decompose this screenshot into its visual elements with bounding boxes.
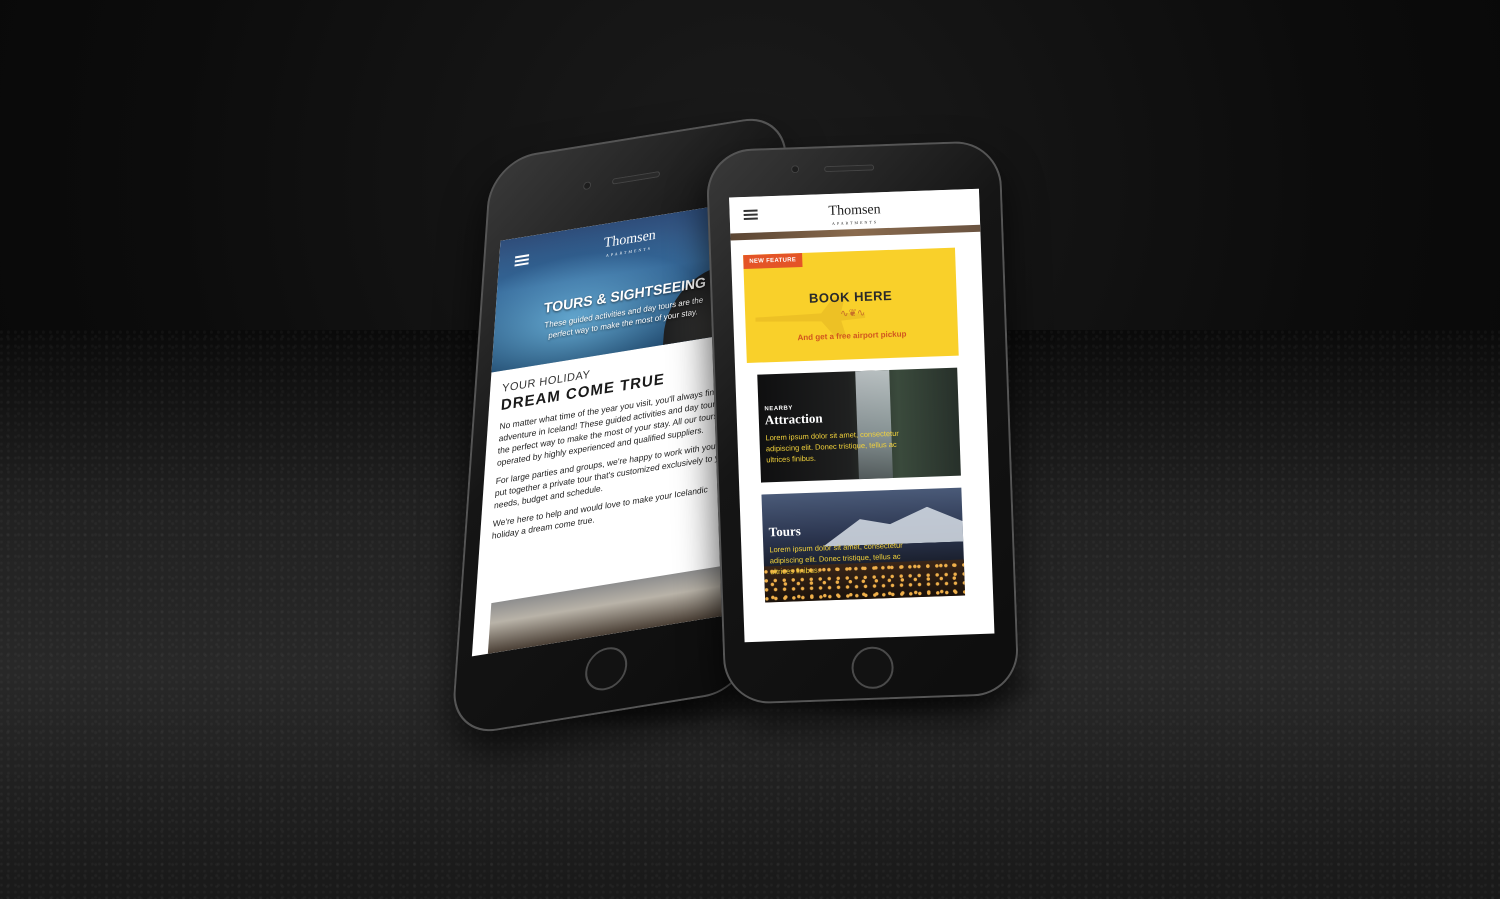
card-title: Tours: [768, 523, 802, 540]
content-thumbnail[interactable]: [487, 565, 727, 654]
front-camera: [582, 180, 592, 191]
book-here-banner[interactable]: NEW FEATURE BOOK HERE ∿❦∿ And get a free…: [743, 247, 959, 363]
home-button[interactable]: [850, 646, 895, 690]
right-screen: Thomsen APARTMENTS NEW FEATURE BOOK HERE…: [729, 188, 995, 643]
earpiece: [824, 164, 875, 173]
card-text: Lorem ipsum dolor sit amet, consectetur …: [765, 428, 899, 465]
promo-title: BOOK HERE: [808, 287, 893, 306]
card-title: Attraction: [764, 410, 823, 428]
front-camera: [790, 165, 800, 174]
menu-icon[interactable]: [743, 209, 758, 221]
right-phone: Thomsen APARTMENTS NEW FEATURE BOOK HERE…: [705, 140, 1020, 705]
new-feature-badge: NEW FEATURE: [743, 253, 803, 270]
home-button[interactable]: [583, 644, 629, 694]
promo-subtitle: And get a free airport pickup: [797, 329, 907, 343]
swirl-ornament-icon: ∿❦∿: [840, 307, 866, 320]
attraction-card[interactable]: NEARBY Attraction Lorem ipsum dolor sit …: [757, 367, 961, 483]
earpiece: [611, 170, 661, 185]
brand-logo[interactable]: Thomsen APARTMENTS: [804, 201, 905, 226]
tours-card[interactable]: Tours Lorem ipsum dolor sit amet, consec…: [761, 487, 966, 603]
waterfall-image: [855, 370, 893, 480]
content-body: YOUR HOLIDAY DREAM COME TRUE No matter w…: [492, 344, 742, 542]
card-text: Lorem ipsum dolor sit amet, consectetur …: [769, 540, 903, 577]
